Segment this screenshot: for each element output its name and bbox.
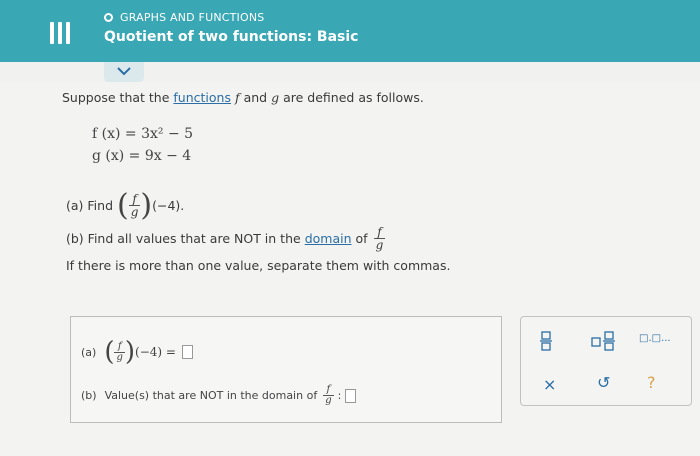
answer-b-text: Value(s) that are NOT in the domain of	[104, 389, 318, 402]
g-symbol: g	[271, 90, 280, 105]
left-paren: (	[117, 188, 129, 223]
g-definition: g (x) = 9x − 4	[92, 148, 192, 164]
fraction-den: g	[325, 395, 332, 406]
topic-status-icon	[104, 13, 113, 22]
part-b-note: If there is more than one value, separat…	[66, 258, 451, 273]
fraction-num: f	[114, 341, 125, 353]
answer-b-row: (b) Value(s) that are NOT in the domain …	[81, 385, 357, 406]
mixed-number-tool-button[interactable]	[591, 331, 617, 355]
part-a-arg: (−4).	[152, 198, 185, 213]
fraction-icon	[540, 331, 552, 351]
domain-link[interactable]: domain	[305, 231, 352, 246]
fraction-tool-button[interactable]	[539, 331, 553, 355]
and-text: and	[243, 90, 268, 105]
topic-label: GRAPHS AND FUNCTIONS	[120, 11, 265, 24]
menu-icon[interactable]	[50, 22, 72, 44]
intro-text: Suppose that the	[62, 90, 170, 105]
part-b-question: (b) Find all values that are NOT in the …	[66, 226, 386, 252]
decimal-tool-button[interactable]: □.□...	[639, 333, 671, 344]
f-over-g-fraction: f g	[128, 193, 141, 219]
answer-b-fraction: f g	[323, 385, 334, 406]
f-over-g-fraction-b: f g	[373, 226, 386, 252]
help-icon[interactable]: ?	[647, 373, 656, 392]
fraction-den: g	[375, 238, 384, 252]
math-toolbox: □.□... × ↺ ?	[520, 316, 692, 406]
answer-right-paren: )	[124, 337, 136, 367]
answer-b-colon: :	[337, 389, 342, 402]
answer-a-input[interactable]	[181, 345, 193, 359]
of-text: of	[355, 231, 368, 246]
answer-fraction: f g	[114, 341, 125, 363]
f-definition: f (x) = 3x² − 5	[92, 126, 194, 142]
undo-icon[interactable]: ↺	[597, 373, 610, 392]
f-symbol: f	[234, 90, 240, 105]
right-paren: )	[140, 188, 153, 223]
header-bar: GRAPHS AND FUNCTIONS Quotient of two fun…	[0, 0, 700, 62]
part-b-label: (b) Find all values that are NOT in the	[66, 231, 301, 246]
intro-after-text: are defined as follows.	[283, 90, 424, 105]
answer-a-label: (a)	[81, 345, 97, 359]
answer-b-input[interactable]	[345, 388, 357, 403]
collapse-tab[interactable]	[104, 62, 144, 82]
answer-a-expr: (−4) =	[135, 345, 176, 359]
fraction-den: g	[116, 351, 123, 363]
mixed-number-icon	[591, 331, 615, 351]
chevron-down-icon	[117, 67, 131, 76]
part-a-label: (a) Find	[66, 198, 113, 213]
answer-box: (a) ( f g ) (−4) = (b) Value(s) that are…	[70, 316, 502, 423]
fraction-den: g	[130, 205, 139, 219]
answer-left-paren: (	[104, 337, 115, 367]
answer-b-label: (b)	[81, 389, 97, 402]
functions-link[interactable]: functions	[173, 90, 231, 105]
part-a-question: (a) Find ( f g ) (−4).	[66, 188, 184, 223]
answer-a-row: (a) ( f g ) (−4) =	[81, 337, 193, 367]
problem-intro: Suppose that the functions f and g are d…	[62, 90, 424, 105]
page-title: Quotient of two functions: Basic	[104, 29, 359, 45]
clear-icon[interactable]: ×	[543, 375, 556, 394]
